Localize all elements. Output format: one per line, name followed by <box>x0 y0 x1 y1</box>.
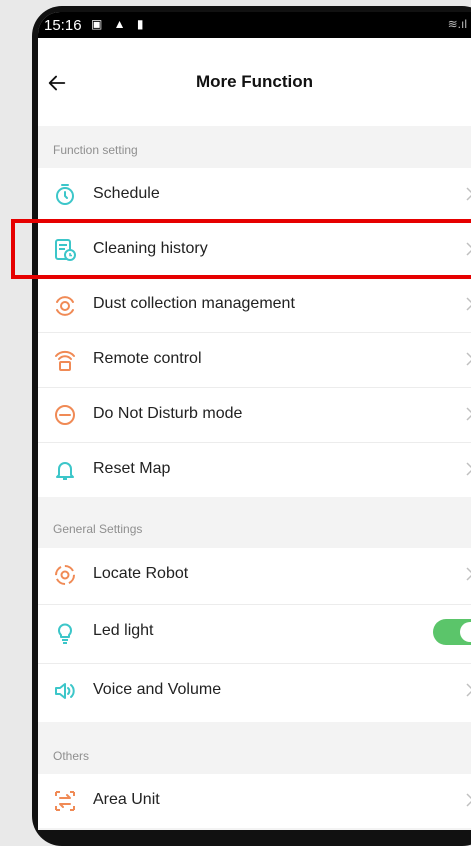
status-time: 15:16 <box>44 17 82 34</box>
section-header-general-settings: General Settings <box>53 522 143 536</box>
led-light-label: Led light <box>93 622 154 639</box>
others-list: Area Unit <box>38 774 471 828</box>
chevron-right-icon <box>466 187 471 201</box>
function-setting-list: Schedule Cleaning history Dust collectio… <box>38 168 471 497</box>
do-not-disturb-row[interactable]: Do Not Disturb mode <box>38 388 471 443</box>
bell-icon <box>56 462 74 480</box>
light-bulb-icon <box>58 623 72 644</box>
toggle-knob <box>460 622 471 642</box>
led-light-toggle[interactable] <box>433 619 471 645</box>
section-header-others: Others <box>53 749 90 763</box>
voice-volume-label: Voice and Volume <box>93 681 222 698</box>
schedule-label: Schedule <box>93 185 160 202</box>
signal-icons: ≋.ıl <box>447 17 467 31</box>
chevron-right-icon <box>466 352 471 366</box>
chevron-right-icon <box>466 793 471 807</box>
dust-collection-icon <box>56 296 74 316</box>
reset-map-row[interactable]: Reset Map <box>38 443 471 497</box>
chevron-right-icon <box>466 242 471 256</box>
dust-collection-label: Dust collection management <box>93 295 295 312</box>
locate-robot-label: Locate Robot <box>93 565 189 582</box>
reset-map-label: Reset Map <box>93 460 171 477</box>
remote-control-icon <box>55 350 75 371</box>
remote-control-row[interactable]: Remote control <box>38 333 471 388</box>
cleaning-history-row[interactable]: Cleaning history <box>38 223 471 278</box>
minus-circle-icon <box>55 405 75 425</box>
remote-control-label: Remote control <box>93 350 202 367</box>
top-nav-bar: More Function <box>38 38 471 126</box>
cleaning-history-label: Cleaning history <box>93 240 208 257</box>
schedule-row[interactable]: Schedule <box>38 168 471 223</box>
general-settings-list: Locate Robot Led light Voice and Volume <box>38 548 471 722</box>
chevron-right-icon <box>466 407 471 421</box>
status-bar: 15:16 ▣ ▲ ▮ ≋.ıl <box>38 12 471 38</box>
area-unit-row[interactable]: Area Unit <box>38 774 471 828</box>
chevron-right-icon <box>466 462 471 476</box>
locate-robot-row[interactable]: Locate Robot <box>38 548 471 605</box>
led-light-row: Led light <box>38 605 471 664</box>
chevron-right-icon <box>466 683 471 697</box>
chevron-right-icon <box>466 297 471 311</box>
voice-volume-row[interactable]: Voice and Volume <box>38 664 471 722</box>
area-unit-label: Area Unit <box>93 791 160 808</box>
timer-icon <box>56 184 74 205</box>
notification-icons: ▣ ▲ ▮ <box>91 17 148 31</box>
chevron-right-icon <box>466 567 471 581</box>
history-document-icon <box>55 239 76 261</box>
area-unit-icon <box>55 791 75 811</box>
page-title: More Function <box>195 72 314 91</box>
section-header-function-setting: Function setting <box>53 143 138 157</box>
app-screen: 15:16 ▣ ▲ ▮ ≋.ıl More Function Function … <box>38 12 471 830</box>
do-not-disturb-label: Do Not Disturb mode <box>93 405 243 422</box>
dust-collection-row[interactable]: Dust collection management <box>38 278 471 333</box>
speaker-icon <box>55 683 75 699</box>
locate-robot-icon <box>55 565 75 585</box>
